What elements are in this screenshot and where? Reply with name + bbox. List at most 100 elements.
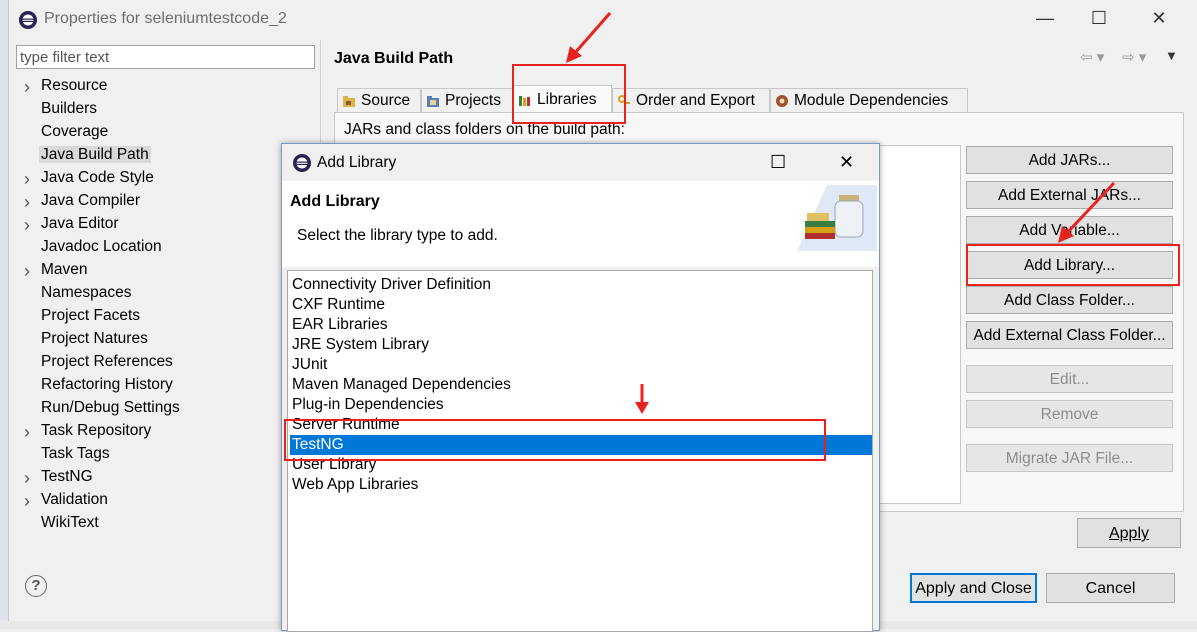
tab-projects[interactable]: Projects xyxy=(421,88,513,113)
tab-projects-label: Projects xyxy=(445,92,501,109)
add-jars-button[interactable]: Add JARs... xyxy=(966,146,1173,174)
tree-item-label: Builders xyxy=(41,100,97,117)
library-item-ear-libraries[interactable]: EAR Libraries xyxy=(292,315,870,335)
tree-item-namespaces[interactable]: Namespaces xyxy=(41,284,131,302)
annotation-box-testng xyxy=(284,419,826,461)
tab-source-label: Source xyxy=(361,92,411,109)
library-item-plug-in-dependencies[interactable]: Plug-in Dependencies xyxy=(292,395,870,415)
expand-arrow-icon[interactable]: › xyxy=(24,492,30,510)
dialog-description: Select the library type to add. xyxy=(297,227,498,244)
expand-arrow-icon[interactable]: › xyxy=(24,170,30,188)
expand-arrow-icon[interactable]: › xyxy=(24,469,30,487)
tree-item-project-natures[interactable]: Project Natures xyxy=(41,330,148,348)
tree-item-task-tags[interactable]: Task Tags xyxy=(41,445,110,463)
expand-arrow-icon[interactable]: › xyxy=(24,78,30,96)
expand-arrow-icon[interactable]: › xyxy=(24,423,30,441)
maximize-button[interactable]: ☐ xyxy=(1079,8,1119,29)
filter-input[interactable] xyxy=(16,45,315,69)
tree-item-coverage[interactable]: Coverage xyxy=(41,123,108,141)
tab-order-export-label: Order and Export xyxy=(636,92,755,109)
tree-item-task-repository[interactable]: Task Repository xyxy=(41,422,151,440)
library-item-jre-system-library[interactable]: JRE System Library xyxy=(292,335,870,355)
tree-item-label: TestNG xyxy=(41,468,93,485)
projects-icon xyxy=(426,94,440,108)
close-button[interactable]: ✕ xyxy=(1139,8,1179,29)
module-icon xyxy=(775,94,789,108)
page-title: Java Build Path xyxy=(334,50,454,67)
window-title: Properties for seleniumtestcode_2 xyxy=(44,10,287,27)
apply-and-close-button[interactable]: Apply and Close xyxy=(910,573,1037,603)
tree-item-label: Validation xyxy=(41,491,108,508)
tree-item-java-code-style[interactable]: Java Code Style xyxy=(41,169,154,187)
expand-arrow-icon[interactable]: › xyxy=(24,193,30,211)
tree-item-java-compiler[interactable]: Java Compiler xyxy=(41,192,140,210)
cancel-button[interactable]: Cancel xyxy=(1046,573,1175,603)
apply-label: Apply xyxy=(1108,525,1150,542)
view-menu-icon[interactable]: ▼ xyxy=(1165,48,1178,63)
tree-item-validation[interactable]: Validation xyxy=(41,491,108,509)
library-item-junit[interactable]: JUnit xyxy=(292,355,870,375)
background-window-strip xyxy=(0,0,8,629)
tree-item-label: Resource xyxy=(41,77,108,94)
library-jar-icon xyxy=(797,185,877,251)
library-item-connectivity-driver-definition[interactable]: Connectivity Driver Definition xyxy=(292,275,870,295)
remove-button[interactable]: Remove xyxy=(966,400,1173,428)
tree-item-maven[interactable]: Maven xyxy=(41,261,88,279)
dialog-title: Add Library xyxy=(317,154,397,171)
tree-item-label: Task Repository xyxy=(41,422,152,439)
add-external-class-folder-button[interactable]: Add External Class Folder... xyxy=(966,321,1173,349)
tree-item-label: Java Build Path xyxy=(39,146,151,163)
library-item-web-app-libraries[interactable]: Web App Libraries xyxy=(292,475,870,495)
tab-order-export[interactable]: Order and Export xyxy=(612,88,770,113)
tree-item-java-editor[interactable]: Java Editor xyxy=(41,215,119,233)
tree-item-refactoring-history[interactable]: Refactoring History xyxy=(41,376,173,394)
forward-nav-icon[interactable]: ⇨ ▾ xyxy=(1122,48,1146,66)
eclipse-icon xyxy=(292,153,312,173)
dialog-header: Add Library Select the library type to a… xyxy=(282,181,879,267)
apply-button[interactable]: Apply xyxy=(1077,518,1181,548)
add-class-folder-button[interactable]: Add Class Folder... xyxy=(966,286,1173,314)
tree-item-resource[interactable]: Resource xyxy=(41,77,107,95)
tree-item-label: Java Code Style xyxy=(41,169,154,186)
expand-arrow-icon[interactable]: › xyxy=(24,216,30,234)
tree-item-label: Task Tags xyxy=(41,445,110,462)
dialog-maximize-button[interactable]: ☐ xyxy=(770,152,786,173)
annotation-box-libraries xyxy=(512,64,626,124)
tree-item-label: WikiText xyxy=(41,514,99,531)
add-library-dialog: Add Library ☐ ✕ Add Library Select the l… xyxy=(281,143,880,632)
dialog-close-button[interactable]: ✕ xyxy=(839,152,854,173)
tree-item-label: Run/Debug Settings xyxy=(41,399,180,416)
tab-module-dependencies-label: Module Dependencies xyxy=(794,92,949,109)
tree-item-label: Maven xyxy=(41,261,88,278)
annotation-box-add-library xyxy=(966,244,1180,286)
tree-item-builders[interactable]: Builders xyxy=(41,100,97,118)
back-nav-icon[interactable]: ⇦ ▾ xyxy=(1080,48,1104,66)
tree-item-label: Coverage xyxy=(41,123,109,140)
annotation-arrow-icon xyxy=(635,384,649,414)
tree-item-label: Javadoc Location xyxy=(41,238,162,255)
tree-item-label: Project References xyxy=(41,353,173,370)
annotation-arrow-icon xyxy=(566,12,612,63)
tree-item-run-debug-settings[interactable]: Run/Debug Settings xyxy=(41,399,180,417)
source-folder-icon xyxy=(342,94,356,108)
tree-item-wikitext[interactable]: WikiText xyxy=(41,514,99,532)
tree-item-label: Java Compiler xyxy=(41,192,141,209)
minimize-button[interactable]: — xyxy=(1025,8,1065,29)
help-icon[interactable]: ? xyxy=(25,575,47,597)
tree-item-java-build-path[interactable]: Java Build Path xyxy=(39,146,151,164)
tree-item-project-references[interactable]: Project References xyxy=(41,353,173,371)
tree-item-project-facets[interactable]: Project Facets xyxy=(41,307,140,325)
dialog-heading: Add Library xyxy=(290,193,380,210)
library-item-cxf-runtime[interactable]: CXF Runtime xyxy=(292,295,870,315)
tab-module-dependencies[interactable]: Module Dependencies xyxy=(770,88,968,113)
edit-button[interactable]: Edit... xyxy=(966,365,1173,393)
annotation-arrow-icon xyxy=(1058,181,1116,243)
migrate-jar-file-button[interactable]: Migrate JAR File... xyxy=(966,444,1173,472)
tree-item-label: Java Editor xyxy=(41,215,119,232)
tree-item-testng[interactable]: TestNG xyxy=(41,468,93,486)
library-item-maven-managed-dependencies[interactable]: Maven Managed Dependencies xyxy=(292,375,870,395)
tree-item-javadoc-location[interactable]: Javadoc Location xyxy=(41,238,162,256)
tab-source[interactable]: Source xyxy=(337,88,421,113)
expand-arrow-icon[interactable]: › xyxy=(24,262,30,280)
tree-item-label: Refactoring History xyxy=(41,376,173,393)
